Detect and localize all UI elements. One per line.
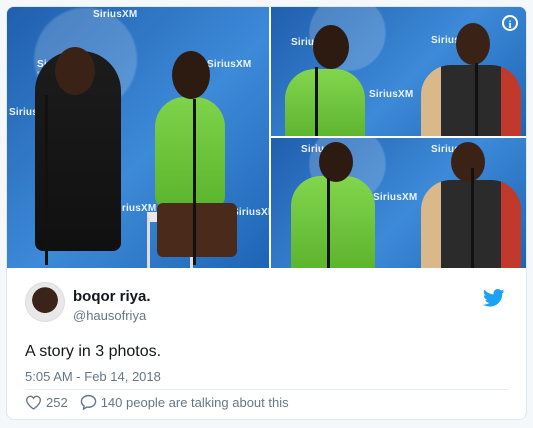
speech-bubble-icon: [80, 394, 96, 410]
person-sweater: [421, 65, 521, 136]
sirius-logo: SiriusXM: [232, 207, 269, 218]
info-icon[interactable]: i: [502, 15, 518, 31]
talking-count: 140 people are talking about this: [100, 394, 289, 410]
heart-icon: [25, 395, 42, 410]
person-green-dress: [155, 97, 225, 207]
photo-grid[interactable]: SiriusXM SiriusXMSATELLITE RADIO SiriusX…: [7, 7, 526, 268]
photo-top-right[interactable]: SiriusXM SiriusXM SiriusXM i: [271, 7, 526, 136]
avatar[interactable]: [25, 282, 65, 322]
person-head: [451, 142, 485, 182]
display-name[interactable]: boqor riya.: [73, 288, 151, 305]
person-head: [172, 51, 210, 99]
user-handle[interactable]: @hausofriya: [73, 308, 146, 323]
microphone-stand: [193, 99, 196, 265]
divider: [25, 389, 508, 390]
twitter-bird-icon[interactable]: [483, 289, 505, 307]
photo-divider: [269, 136, 526, 138]
microphone-stand: [471, 168, 474, 268]
timestamp[interactable]: 5:05 AM - Feb 14, 2018: [25, 369, 161, 384]
microphone-stand: [45, 95, 48, 265]
person-head: [55, 47, 95, 95]
person-head: [456, 23, 490, 65]
microphone-stand: [315, 67, 318, 136]
sirius-logo: SiriusXM: [93, 9, 138, 20]
sirius-logo: SiriusXM: [207, 59, 252, 70]
sirius-logo: SiriusXM: [369, 89, 414, 100]
tweet-text: A story in 3 photos.: [25, 343, 162, 360]
reply-button[interactable]: 140 people are talking about this: [80, 394, 289, 410]
person-green-dress: [291, 176, 375, 268]
person-legs: [157, 203, 237, 257]
microphone-stand: [327, 178, 330, 268]
photo-bottom-right[interactable]: SiriusXM SiriusXM SiriusXM: [271, 138, 526, 268]
like-button[interactable]: 252: [25, 395, 68, 410]
tweet-body: boqor riya. @hausofriya A story in 3 pho…: [7, 268, 526, 419]
person-head: [319, 142, 353, 182]
person-head: [313, 25, 349, 69]
photo-left[interactable]: SiriusXM SiriusXMSATELLITE RADIO SiriusX…: [7, 7, 269, 268]
person-green-dress: [285, 69, 365, 136]
microphone-stand: [475, 63, 478, 136]
tweet-card[interactable]: SiriusXM SiriusXMSATELLITE RADIO SiriusX…: [6, 6, 527, 420]
engagement-bar: 252 140 people are talking about this: [25, 394, 289, 410]
sirius-logo: SiriusXM: [373, 192, 418, 203]
like-count: 252: [46, 394, 68, 410]
